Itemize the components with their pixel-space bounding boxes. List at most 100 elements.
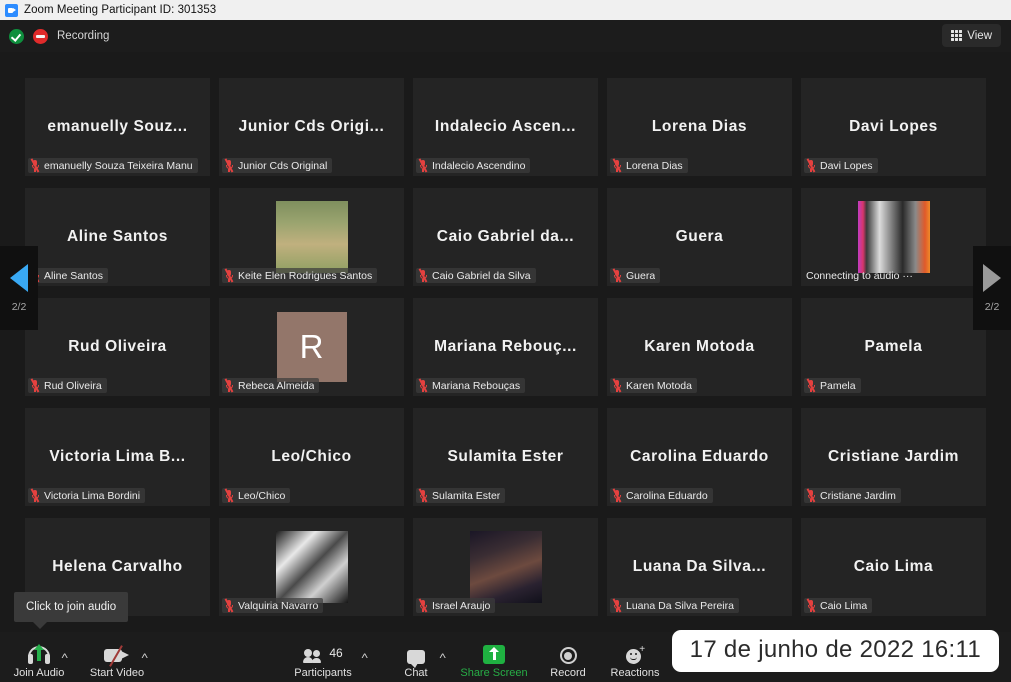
participant-avatar-photo [857,201,930,273]
participant-display-name: Leo/Chico [271,448,352,465]
gallery-prev-page-button[interactable]: 2/2 [0,246,38,330]
participant-tile[interactable]: Israel Araujo [413,518,598,616]
window-title-bar: Zoom Meeting Participant ID: 301353 [0,0,1011,20]
participant-tile[interactable]: Carolina Eduardo Carolina Eduardo [607,408,792,506]
participant-footer: Caio Lima [804,598,873,613]
shield-check-icon[interactable] [9,28,24,44]
participant-footer: Connecting to audio ··· [804,269,918,283]
participant-display-name: Junior Cds Origi... [238,118,385,135]
participant-footer-name: Mariana Rebouças [432,379,521,392]
participant-tile[interactable]: Aline Santos Aline Santos [25,188,210,286]
participant-footer-name: Davi Lopes [820,159,873,172]
participant-footer-name: Victoria Lima Bordini [44,489,141,502]
recording-label: Recording [57,30,110,42]
participant-footer: Sulamita Ester [416,488,506,503]
participant-footer: Guera [610,268,661,283]
participant-tile[interactable]: emanuelly Souz... emanuelly Souza Teixeir… [25,78,210,176]
participant-display-name: Cristiane Jardim [827,448,960,465]
gallery-next-page-button[interactable]: 2/2 [973,246,1011,330]
participant-tile[interactable]: Indalecio Ascen... Indalecio Ascendino [413,78,598,176]
microphone-off-icon [224,268,234,283]
zoom-icon [5,3,18,17]
microphone-off-icon [612,268,622,283]
participant-avatar-photo [469,531,542,603]
participant-footer-name: Caio Gabriel da Silva [432,269,531,282]
participant-tile[interactable]: Junior Cds Origi... Junior Cds Original [219,78,404,176]
share-screen-button[interactable]: Share Screen [457,641,531,679]
participant-display-name: Caio Gabriel da... [436,228,575,245]
participant-tile[interactable]: Caio Gabriel da... Caio Gabriel da Silva [413,188,598,286]
people-icon: 46 [303,641,343,664]
participant-footer-name: Caio Lima [820,599,868,612]
participant-footer-name: Keite Elen Rodrigues Santos [238,269,373,282]
participant-tile[interactable]: Guera Guera [607,188,792,286]
participant-footer-name: Valquiria Navarro [238,599,319,612]
participant-tile[interactable]: Leo/Chico Leo/Chico [219,408,404,506]
camera-off-icon [104,641,130,667]
participant-tile[interactable]: R Rebeca Almeida [219,298,404,396]
participant-tile[interactable]: Valquiria Navarro [219,518,404,616]
participant-tile[interactable]: Caio Lima Caio Lima [801,518,986,616]
participant-tile[interactable]: Davi Lopes Davi Lopes [801,78,986,176]
participant-tile[interactable]: Lorena Dias Lorena Dias [607,78,792,176]
microphone-off-icon [30,158,40,173]
participant-footer-name: Sulamita Ester [432,489,501,502]
participant-footer-name: Luana Da Silva Pereira [626,599,734,612]
chat-options-caret[interactable]: ˄ [439,651,446,661]
chevron-right-icon [983,263,1001,292]
recording-icon[interactable] [33,28,48,44]
participant-display-name: Karen Motoda [644,338,755,355]
participant-avatar-photo [275,201,348,273]
chat-bubble-icon [407,641,425,668]
microphone-off-icon [612,158,622,173]
participant-tile[interactable]: Karen Motoda Karen Motoda [607,298,792,396]
video-options-caret[interactable]: ˄ [141,651,148,661]
participant-footer-name: Cristiane Jardim [820,489,896,502]
microphone-off-icon [418,598,428,613]
microphone-off-icon [806,488,816,503]
microphone-off-icon [224,158,234,173]
participant-footer: Junior Cds Original [222,158,333,173]
participant-footer: Cristiane Jardim [804,488,901,503]
join-audio-label: Join Audio [13,667,65,679]
participant-footer: Valquiria Navarro [222,598,324,613]
reactions-button[interactable]: + Reactions [598,641,672,680]
participants-options-caret[interactable]: ˄ [361,651,368,661]
participant-tile[interactable]: Mariana Rebouç... Mariana Rebouças [413,298,598,396]
participant-display-name: Sulamita Ester [447,448,564,465]
microphone-off-icon [30,488,40,503]
chat-label: Chat [404,667,428,679]
participant-tile[interactable]: Pamela Pamela [801,298,986,396]
record-button[interactable]: Record [531,641,605,679]
window-title: Zoom Meeting Participant ID: 301353 [24,4,217,16]
participant-display-name: Pamela [864,338,923,355]
participant-display-name: Helena Carvalho [52,558,183,575]
participant-tile[interactable]: Victoria Lima B... Victoria Lima Bordini [25,408,210,506]
participant-tile[interactable]: Keite Elen Rodrigues Santos [219,188,404,286]
participant-footer-name: Israel Araujo [432,599,491,612]
audio-options-caret[interactable]: ˄ [61,651,68,661]
microphone-off-icon [224,378,234,393]
microphone-off-icon [224,598,234,613]
participant-tile[interactable]: Connecting to audio ··· [801,188,986,286]
participant-footer-name: Connecting to audio ··· [806,270,913,282]
participant-footer: Leo/Chico [222,488,291,503]
participant-display-name: Carolina Eduardo [630,448,769,465]
microphone-off-icon [612,378,622,393]
microphone-off-icon [30,378,40,393]
participant-tile[interactable]: Cristiane Jardim Cristiane Jardim [801,408,986,506]
participant-footer: Rud Oliveira [28,378,107,393]
grid-icon [951,30,963,41]
view-button[interactable]: View [942,24,1001,47]
participant-tile[interactable]: Luana Da Silva... Luana Da Silva Pereira [607,518,792,616]
participants-button[interactable]: 46 Participants [286,641,360,680]
participant-display-name: Luana Da Silva... [632,558,767,575]
participant-footer: Lorena Dias [610,158,688,173]
start-video-label: Start Video [89,667,145,679]
record-circle-icon [559,641,577,664]
participant-tile[interactable]: Rud Oliveira Rud Oliveira [25,298,210,396]
microphone-off-icon [418,378,428,393]
participant-tile[interactable]: Sulamita Ester Sulamita Ester [413,408,598,506]
participant-footer-name: Guera [626,269,656,282]
participant-footer: Carolina Eduardo [610,488,713,503]
